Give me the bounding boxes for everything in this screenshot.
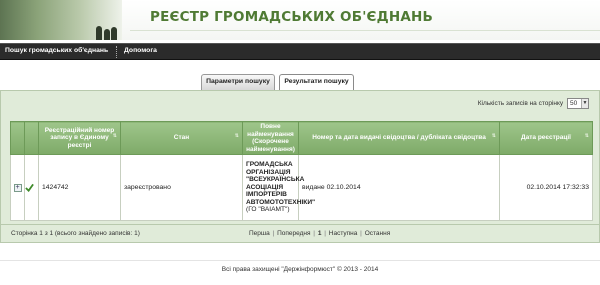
header-reg-number[interactable]: Реєстраційний номер запису в Єдиному реє… <box>38 121 121 155</box>
table-footer: Сторінка 1 з 1 (всього знайдено записів:… <box>1 224 599 243</box>
pager-last[interactable]: Остання <box>365 230 391 237</box>
reg-number-cell: 1424742 <box>38 154 121 221</box>
nav-separator <box>116 46 117 58</box>
main-nav: Пошук громадських об'єднань Допомога <box>0 43 600 60</box>
sort-arrow-icon: ⇅ <box>112 133 117 139</box>
expand-cell: + <box>10 154 25 221</box>
header-full-name[interactable]: Повне найменування (Скорочене найменуван… <box>242 121 299 155</box>
per-page-select[interactable]: 50 ▼ <box>567 98 589 109</box>
header-reg-date-label: Дата реєстрації <box>520 134 572 142</box>
pager-current: 1 <box>317 230 322 237</box>
pager-next[interactable]: Наступна <box>329 230 358 237</box>
header-certificate[interactable]: Номер та дата видачі свідоцтва / дубліка… <box>298 121 500 155</box>
pager-first[interactable]: Перша <box>249 230 270 237</box>
pager-separator: | <box>272 230 275 237</box>
header-banner-image <box>0 0 122 40</box>
header-reg-number-label: Реєстраційний номер запису в Єдиному реє… <box>44 126 115 149</box>
plus-icon[interactable]: + <box>13 183 22 192</box>
header-status[interactable]: Стан ⇅ <box>120 121 243 155</box>
results-table: Реєстраційний номер запису в Єдиному реє… <box>10 121 593 221</box>
header-divider <box>130 30 600 31</box>
check-icon <box>25 183 38 192</box>
header-status-icon <box>24 121 39 155</box>
status-cell: зареєстровано <box>120 154 243 221</box>
per-page-value: 50 <box>570 100 578 107</box>
status-icon-cell <box>24 154 39 221</box>
pager-prev[interactable]: Попередня <box>277 230 310 237</box>
header-full-name-label: Повне найменування (Скорочене найменуван… <box>246 123 295 153</box>
site-header: РЕЄСТР ГРОМАДСЬКИХ ОБ'ЄДНАНЬ <box>0 0 600 40</box>
header-expand <box>10 121 25 155</box>
per-page-control: Кількість записів на сторінку 50 ▼ <box>478 98 589 109</box>
tab-search-params[interactable]: Параметри пошуку <box>201 74 275 90</box>
table-row: + 1424742 зареєстровано ГРОМАДСЬКА ОРГАН… <box>10 154 593 221</box>
pager-separator: | <box>360 230 362 237</box>
pager-separator: | <box>313 230 315 237</box>
results-panel: Кількість записів на сторінку 50 ▼ Реєст… <box>0 90 600 243</box>
pager: Перша | Попередня | 1 | Наступна | Остан… <box>249 230 390 237</box>
reg-date-cell: 02.10.2014 17:32:33 <box>499 154 593 221</box>
sort-arrow-icon: ⇅ <box>584 133 589 139</box>
full-name-cell: ГРОМАДСЬКА ОРГАНІЗАЦІЯ "ВСЕУКРАЇНСЬКА АС… <box>242 154 315 221</box>
per-page-label: Кількість записів на сторінку <box>477 100 564 107</box>
sort-arrow-icon: ⇅ <box>234 133 239 139</box>
short-name-text: (ГО "ВАІАМТ") <box>246 206 290 214</box>
copyright: Всі права захищені "Держінформюст" © 201… <box>221 266 379 273</box>
nav-item-search[interactable]: Пошук громадських об'єднань <box>5 47 108 54</box>
certificate-cell: видане 02.10.2014 <box>298 154 500 221</box>
footer-divider <box>0 260 600 261</box>
pager-separator: | <box>324 230 326 237</box>
nav-item-help[interactable]: Допомога <box>124 47 157 54</box>
header-reg-date[interactable]: Дата реєстрації ⇅ <box>499 121 593 155</box>
site-title: РЕЄСТР ГРОМАДСЬКИХ ОБ'ЄДНАНЬ <box>150 9 434 25</box>
sort-arrow-icon: ⇅ <box>491 133 496 139</box>
header-status-label: Стан <box>173 134 190 142</box>
records-info: Сторінка 1 з 1 (всього знайдено записів:… <box>11 230 140 237</box>
header-certificate-label: Номер та дата видачі свідоцтва / дубліка… <box>312 134 486 142</box>
chevron-down-icon: ▼ <box>581 99 588 108</box>
tab-search-results[interactable]: Результати пошуку <box>279 74 354 90</box>
table-header-row: Реєстраційний номер запису в Єдиному реє… <box>10 121 593 155</box>
